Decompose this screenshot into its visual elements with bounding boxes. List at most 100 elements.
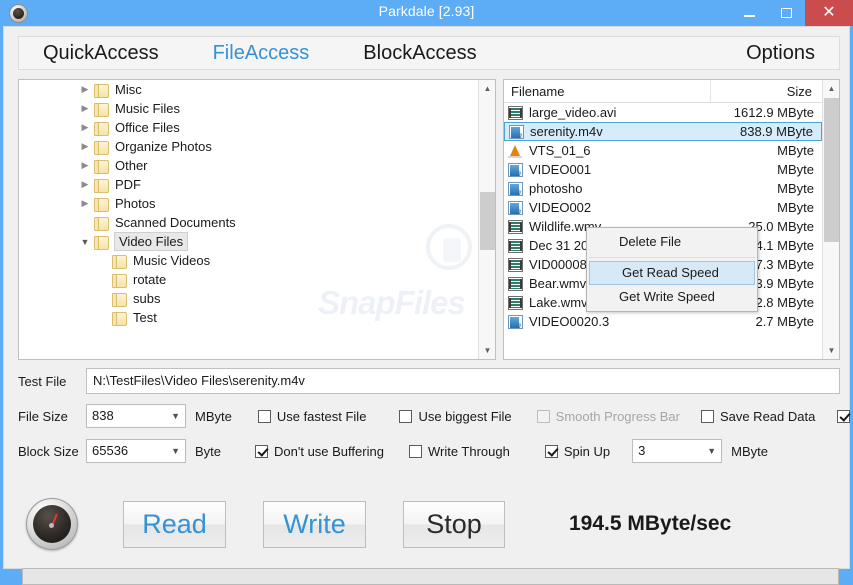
- context-menu-item[interactable]: Delete File: [587, 230, 757, 254]
- column-header-filename[interactable]: Filename: [504, 84, 710, 99]
- checkbox-use-biggest-file[interactable]: Use biggest File: [399, 409, 512, 424]
- file-size-label: File Size: [18, 408, 68, 424]
- tree-item[interactable]: ▶ PDF: [19, 175, 478, 194]
- scroll-down-icon[interactable]: ▼: [479, 342, 495, 359]
- file-list-row[interactable]: serenity.m4v 838.9 MByte: [504, 122, 822, 141]
- file-size-combo[interactable]: 838 ▼: [86, 404, 186, 428]
- file-list-row[interactable]: photosho MByte: [504, 179, 822, 198]
- chevron-right-icon[interactable]: ▶: [77, 198, 93, 209]
- chevron-right-icon[interactable]: ▶: [77, 141, 93, 152]
- tree-item[interactable]: Test: [19, 308, 478, 327]
- file-size-value: 838: [92, 408, 114, 423]
- test-file-input[interactable]: N:\TestFiles\Video Files\serenity.m4v: [86, 368, 840, 394]
- file-size-cell: 1612.9 MByte: [733, 105, 814, 120]
- checkbox-box: [837, 409, 851, 423]
- write-button[interactable]: Write: [263, 500, 366, 548]
- tree-item[interactable]: ▶ Office Files: [19, 118, 478, 137]
- tree-item[interactable]: rotate: [19, 270, 478, 289]
- folder-icon: [93, 102, 109, 117]
- column-header-size[interactable]: Size: [710, 80, 822, 102]
- file-list-header: Filename Size: [504, 80, 822, 103]
- media-file-icon: [508, 314, 523, 329]
- spin-up-combo[interactable]: 3 ▼: [632, 439, 723, 463]
- tab-blockaccess[interactable]: BlockAccess: [353, 43, 486, 63]
- block-size-combo[interactable]: 65536 ▼: [86, 439, 186, 463]
- gauge-pivot: [49, 523, 54, 528]
- tree-item-label: Test: [133, 310, 157, 325]
- close-button[interactable]: ✕: [805, 0, 853, 26]
- file-name-label: serenity.m4v: [530, 124, 603, 139]
- tree-item[interactable]: ▶ Misc: [19, 80, 478, 99]
- chevron-right-icon[interactable]: ▶: [77, 103, 93, 114]
- block-size-label: Block Size: [18, 443, 79, 459]
- tab-fileaccess[interactable]: FileAccess: [203, 43, 320, 63]
- file-list-row[interactable]: large_video.avi 1612.9 MByte: [504, 103, 822, 122]
- chevron-right-icon[interactable]: ▶: [77, 122, 93, 133]
- stop-button[interactable]: Stop: [403, 500, 505, 548]
- tree-scroll-thumb[interactable]: [480, 192, 495, 250]
- folder-tree-panel: ▶ Misc ▶ Music Files ▶ Office Files ▶ Organize …: [18, 79, 496, 360]
- minimize-button[interactable]: [731, 0, 768, 26]
- context-menu-separator: [589, 257, 755, 258]
- tree-vertical-scrollbar[interactable]: ▲ ▼: [478, 80, 495, 359]
- folder-icon: [93, 197, 109, 212]
- chevron-right-icon[interactable]: ▶: [77, 179, 93, 190]
- scroll-up-icon[interactable]: ▲: [823, 80, 839, 97]
- tab-quickaccess[interactable]: QuickAccess: [33, 43, 169, 63]
- folder-icon: [93, 121, 109, 136]
- tree-item[interactable]: ▼ Video Files: [19, 232, 478, 251]
- filelist-vertical-scrollbar[interactable]: ▲ ▼: [822, 80, 839, 359]
- checkbox-box: [536, 409, 550, 423]
- folder-tree[interactable]: ▶ Misc ▶ Music Files ▶ Office Files ▶ Organize …: [19, 80, 478, 359]
- spin-up-value: 3: [638, 443, 646, 458]
- folder-icon: [93, 178, 109, 193]
- maximize-button[interactable]: [768, 0, 805, 26]
- tree-item[interactable]: Scanned Documents: [19, 213, 478, 232]
- checkbox-dont-use-buffering[interactable]: Don't use Buffering: [255, 444, 384, 459]
- tree-item[interactable]: ▶ Organize Photos: [19, 137, 478, 156]
- title-bar: Parkdale [2.93] ✕: [0, 0, 853, 26]
- context-menu-item[interactable]: Get Write Speed: [587, 285, 757, 309]
- checkbox-expert-mode[interactable]: Expert Mode <: [837, 409, 853, 424]
- scroll-down-icon[interactable]: ▼: [823, 342, 839, 359]
- parkdale-window: Parkdale [2.93] ✕ QuickAccess FileAccess…: [0, 0, 853, 585]
- checkbox-use-fastest-file[interactable]: Use fastest File: [257, 408, 367, 424]
- chevron-down-icon[interactable]: ▼: [77, 237, 93, 247]
- file-list-row[interactable]: VTS_01_6 MByte: [504, 141, 822, 160]
- file-list-row[interactable]: VIDEO001 MByte: [504, 160, 822, 179]
- media-file-icon: [508, 200, 523, 215]
- tree-item-label: Scanned Documents: [115, 215, 236, 230]
- checkbox-write-through[interactable]: Write Through: [408, 444, 510, 459]
- file-name-label: VIDEO002: [529, 200, 592, 215]
- file-list-row[interactable]: VIDEO0020.3 2.7 MByte: [504, 312, 822, 331]
- window-title: Parkdale [2.93]: [378, 3, 475, 19]
- file-name-cell: large_video.avi: [504, 105, 710, 120]
- context-menu-item[interactable]: Get Read Speed: [589, 261, 755, 285]
- checkbox-save-read-data[interactable]: Save Read Data: [700, 409, 815, 424]
- gauge-face: [33, 505, 71, 543]
- tree-item[interactable]: ▶ Other: [19, 156, 478, 175]
- tree-item[interactable]: ▶ Music Files: [19, 99, 478, 118]
- read-button[interactable]: Read: [123, 500, 226, 548]
- tree-item[interactable]: Music Videos: [19, 251, 478, 270]
- checkbox-spin-up[interactable]: Spin Up: [544, 444, 610, 459]
- tree-item[interactable]: subs: [19, 289, 478, 308]
- test-file-row: Test File N:\TestFiles\Video Files\seren…: [18, 368, 840, 394]
- folder-icon: [111, 254, 127, 269]
- file-list-row[interactable]: VIDEO002 MByte: [504, 198, 822, 217]
- chevron-right-icon[interactable]: ▶: [77, 84, 93, 95]
- tree-item-label: Office Files: [115, 120, 180, 135]
- film-file-icon: [508, 238, 523, 253]
- chevron-right-icon[interactable]: ▶: [77, 160, 93, 171]
- scroll-up-icon[interactable]: ▲: [479, 80, 495, 97]
- test-file-label: Test File: [18, 373, 67, 389]
- tab-options[interactable]: Options: [736, 43, 825, 63]
- browser-panels: ▶ Misc ▶ Music Files ▶ Office Files ▶ Organize …: [18, 79, 840, 360]
- file-size-cell: MByte: [777, 200, 814, 215]
- checkbox-label: Use fastest File: [276, 408, 367, 424]
- file-name-label: large_video.avi: [529, 105, 617, 120]
- tree-item[interactable]: ▶ Photos: [19, 194, 478, 213]
- block-size-value: 65536: [92, 443, 129, 458]
- filelist-scroll-thumb[interactable]: [824, 98, 839, 242]
- file-context-menu[interactable]: Delete File Get Read Speed Get Write Speed: [586, 227, 758, 312]
